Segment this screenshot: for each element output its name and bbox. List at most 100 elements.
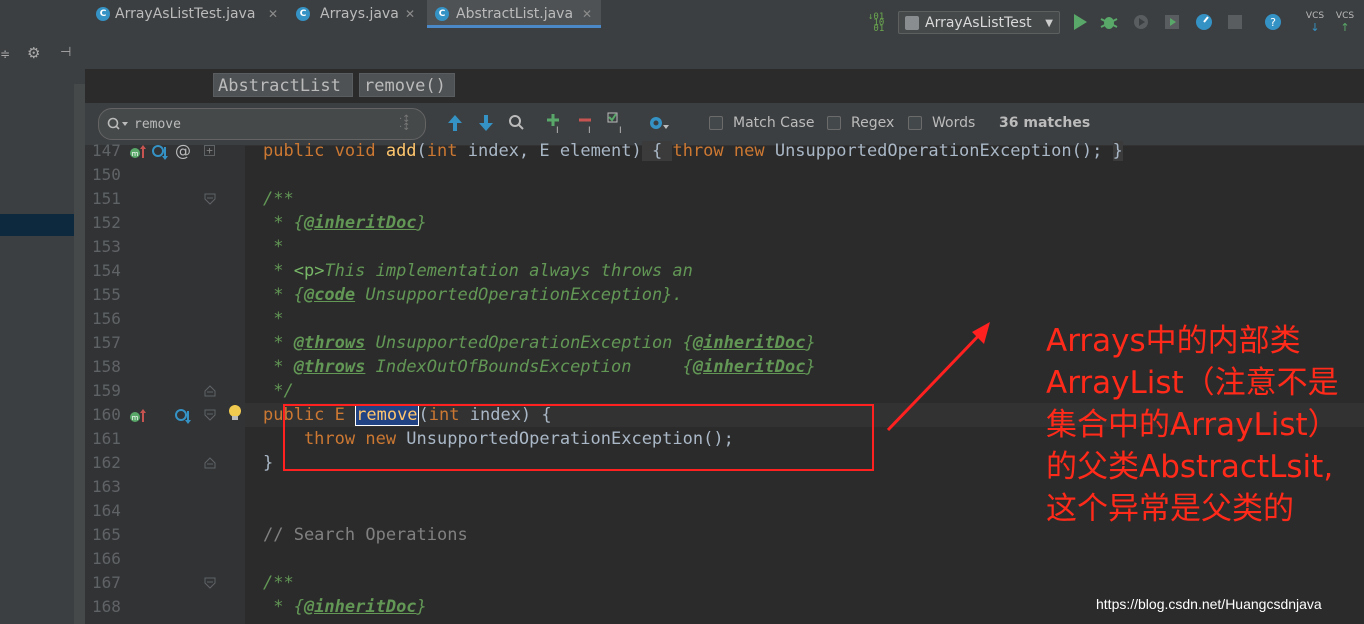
tab-arrays[interactable]: C Arrays.java ✕ [288, 0, 424, 28]
fold-start-icon[interactable] [204, 577, 216, 589]
tab-arrayaslisttest[interactable]: C ArrayAsListTest.java ✕ [88, 0, 284, 28]
annotation-line: ArrayList（注意不是 [1046, 365, 1339, 401]
coverage-icon[interactable] [1132, 13, 1150, 31]
fold-start-icon[interactable] [204, 409, 216, 421]
code-line-159[interactable]: */ [263, 379, 293, 403]
attach-icon[interactable] [1195, 13, 1213, 31]
line-number: 163 [92, 477, 121, 496]
line-number: 161 [92, 429, 121, 448]
code-line-154[interactable]: * <p>This implementation always throws a… [263, 259, 693, 283]
fold-end-icon[interactable] [204, 457, 216, 469]
run-configuration-dropdown[interactable]: ArrayAsListTest ▼ [898, 11, 1060, 34]
svg-text:I: I [588, 126, 591, 134]
line-number: 160 [92, 405, 121, 424]
chevron-down-icon: ▼ [1045, 18, 1053, 29]
stop-icon[interactable] [1226, 13, 1244, 31]
overriding-method-icon[interactable]: m [129, 145, 147, 159]
code-line-167[interactable]: /** [263, 571, 294, 595]
add-occurrence-icon[interactable]: I [546, 112, 566, 134]
match-case-checkbox[interactable] [709, 116, 723, 130]
code-line-162[interactable]: } [263, 451, 273, 475]
code-line-153[interactable]: * [263, 235, 283, 259]
hide-panel-icon[interactable]: ⊣ [60, 45, 71, 60]
vcs-commit-icon[interactable]: VCS ↑ [1334, 11, 1356, 34]
next-occurrence-icon[interactable] [478, 114, 494, 132]
words-checkbox[interactable] [908, 116, 922, 130]
code-token: } [1112, 141, 1123, 161]
at-annotation-icon[interactable]: @ [175, 141, 191, 160]
project-tree-selected-row[interactable] [0, 214, 85, 236]
vcs-update-icon[interactable]: VCS ↓ [1304, 11, 1326, 34]
code-token: } [805, 357, 816, 377]
code-token: UnsupportedOperationException}. [355, 285, 683, 305]
code-token: @inheritDoc [303, 597, 417, 617]
code-line-157[interactable]: * @throws UnsupportedOperationException … [263, 331, 816, 355]
line-number: 165 [92, 525, 121, 544]
code-token: * [263, 261, 294, 281]
close-icon[interactable]: ✕ [582, 0, 592, 28]
code-token: } [416, 597, 427, 617]
fold-start-icon[interactable] [204, 193, 216, 205]
remove-occurrence-icon[interactable]: I [578, 112, 598, 134]
code-token: @throws [293, 333, 366, 353]
search-field[interactable]: ·↕·↕ [98, 108, 426, 140]
implemented-icon[interactable] [174, 408, 192, 424]
project-scrollbar[interactable] [74, 84, 85, 624]
code-token: @code [303, 285, 356, 305]
code-token: } [416, 213, 427, 233]
project-tool-window: ≑ ⚙ ⊣ [0, 41, 85, 624]
search-history-icon[interactable]: ·↕ ·↕ [399, 115, 411, 133]
svg-text:I: I [556, 126, 559, 134]
annotation-line: 集合中的ArrayList） [1046, 407, 1339, 443]
make-project-icon[interactable]: ↓01 10 01 [868, 13, 884, 34]
annotation-box [283, 404, 874, 471]
code-token: <p> [293, 261, 325, 281]
code-line-152[interactable]: * {@inheritDoc} [263, 211, 427, 235]
line-number: 168 [92, 597, 121, 616]
watermark: https://blog.csdn.net/Huangcsdnjava [1096, 596, 1322, 612]
annotation-line: Arrays中的内部类 [1046, 323, 1301, 359]
profile-icon[interactable] [1163, 13, 1181, 31]
breadcrumb-class[interactable]: AbstractList [213, 73, 353, 97]
annotation-line: 这个异常是父类的 [1046, 491, 1294, 527]
code-line-156[interactable]: * [263, 307, 283, 331]
code-token: UnsupportedOperationException(); [774, 141, 1113, 161]
code-line-158[interactable]: * @throws IndexOutOfBoundsException {@in… [263, 355, 816, 379]
code-token: add [385, 141, 417, 161]
code-line-147[interactable]: public void add(int index, E element) { … [263, 139, 1123, 163]
filter-settings-icon[interactable] [648, 114, 670, 132]
expand-fold-icon[interactable]: + [204, 145, 215, 156]
code-line-168[interactable]: * {@inheritDoc} [263, 595, 427, 619]
code-line-165[interactable]: // Search Operations [263, 523, 468, 547]
code-token: @inheritDoc [692, 357, 806, 377]
regex-label: Regex [851, 115, 895, 131]
line-number: 155 [92, 285, 121, 304]
run-icon[interactable] [1071, 13, 1089, 31]
line-number: 152 [92, 213, 121, 232]
fold-end-icon[interactable] [204, 385, 216, 397]
close-icon[interactable]: ✕ [405, 0, 415, 28]
find-all-icon[interactable] [507, 113, 527, 133]
regex-checkbox[interactable] [827, 116, 841, 130]
overriding-method-icon[interactable]: m [129, 409, 147, 423]
search-input[interactable] [134, 115, 394, 133]
help-icon[interactable]: ? [1264, 13, 1282, 31]
editor-tab-bar [85, 41, 1364, 69]
code-token: { [641, 141, 673, 161]
gear-icon[interactable]: ⚙ [27, 44, 40, 62]
search-icon[interactable] [107, 117, 129, 131]
debug-icon[interactable] [1100, 13, 1118, 31]
class-icon: C [296, 7, 310, 21]
collapse-icon[interactable]: ≑ [0, 47, 10, 61]
close-icon[interactable]: ✕ [268, 0, 278, 28]
match-case-label: Match Case [733, 115, 815, 131]
lightbulb-icon[interactable] [228, 404, 242, 422]
code-token: } [805, 333, 816, 353]
breadcrumb-method[interactable]: remove() [359, 73, 455, 97]
previous-occurrence-icon[interactable] [447, 114, 463, 132]
code-line-151[interactable]: /** [263, 187, 294, 211]
tab-abstractlist[interactable]: C AbstractList.java ✕ [427, 0, 601, 28]
select-all-occurrences-icon[interactable]: I [607, 112, 629, 134]
code-line-155[interactable]: * {@code UnsupportedOperationException}. [263, 283, 683, 307]
implemented-icon[interactable] [151, 144, 169, 160]
